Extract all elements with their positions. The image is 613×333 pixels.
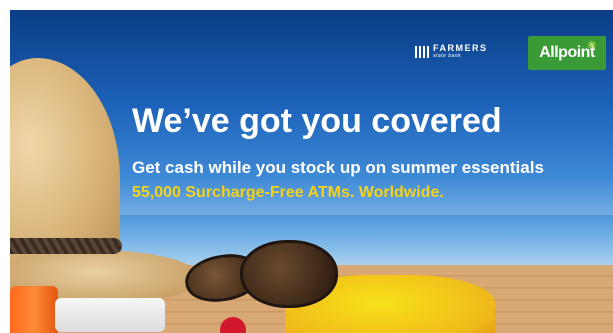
headline: We’ve got you covered — [132, 102, 502, 140]
farmers-bank-logo: FARMERS state bank — [415, 44, 488, 59]
sunglasses-lens-right — [240, 240, 338, 308]
stripes-logo-icon — [415, 45, 429, 58]
bank-logo-sub: state bank — [433, 53, 462, 59]
bank-logo-name: FARMERS — [433, 43, 488, 53]
atm-highlight: 55,000 Surcharge-Free ATMs. Worldwide. — [132, 184, 444, 201]
subheadline: Get cash while you stock up on summer es… — [132, 158, 544, 177]
hat-band-image — [10, 238, 122, 254]
allpoint-logo: Allpoint ✳ — [528, 36, 606, 70]
bottle-cap-image — [55, 298, 165, 332]
sunscreen-bottle-image — [10, 286, 58, 333]
star-icon: ✳ — [587, 40, 596, 52]
promo-banner[interactable]: FARMERS state bank Allpoint ✳ We’ve got … — [10, 10, 613, 333]
